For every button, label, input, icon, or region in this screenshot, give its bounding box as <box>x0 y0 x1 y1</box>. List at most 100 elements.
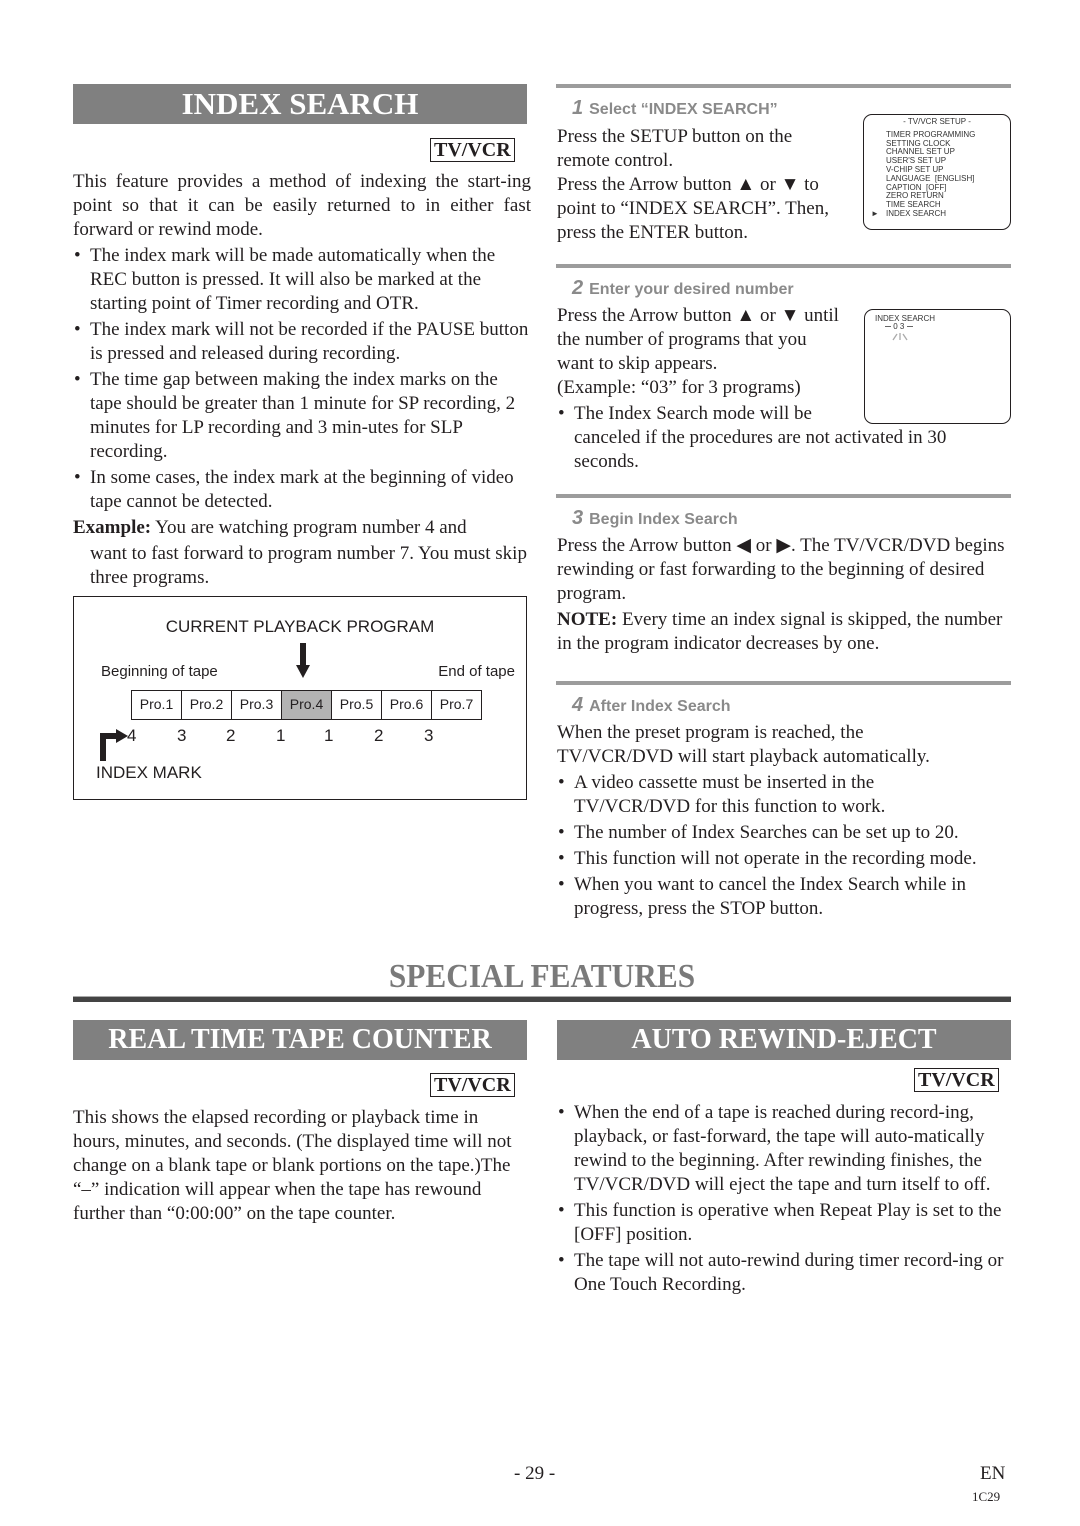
program-cell-current: Pro.4 <box>281 690 332 720</box>
auto-rewind-body: • When the end of a tape is reached durin… <box>557 1101 1009 1299</box>
program-cell: Pro.3 <box>231 690 282 720</box>
list-item: • The index mark will be made automatical… <box>73 244 531 316</box>
example-label: Example: <box>73 517 152 538</box>
program-strip: Pro.1 Pro.2 Pro.3 Pro.4 Pro.5 Pro.6 Pro.7 <box>131 690 482 720</box>
bullet-icon: • <box>558 1102 565 1123</box>
list-item-text: The time gap between making the index ma… <box>90 369 516 462</box>
tv-vcr-badge: TV/VCR <box>430 138 515 162</box>
list-item: • This function is operative when Repeat … <box>557 1199 1009 1247</box>
index-mark-number: 1 <box>324 726 334 745</box>
special-features-rule <box>73 996 1011 1002</box>
step-number: 1 <box>572 97 584 119</box>
current-program-arrow-icon <box>296 643 310 678</box>
bullet-icon: • <box>558 1200 565 1221</box>
step-1-body: Press the SETUP button on the remote con… <box>557 125 857 245</box>
menu-item-label: TIMER PROGRAMMING <box>886 129 976 139</box>
text-line: remote control. <box>557 150 674 171</box>
list-item-text: The tape will not auto-rewind during tim… <box>574 1250 1004 1295</box>
index-mark-label: INDEX MARK <box>96 763 202 782</box>
list-item: • This function will not operate in the r… <box>557 847 1012 871</box>
step-1-heading: 1 Select “INDEX SEARCH” <box>556 97 778 120</box>
special-features-title: SPECIAL FEATURES <box>388 958 696 995</box>
index-mark-number: 3 <box>177 726 187 745</box>
program-cell: Pro.1 <box>131 690 182 720</box>
language-code: EN <box>980 1463 1006 1484</box>
list-item-text: The index mark will not be recorded if t… <box>90 319 529 364</box>
index-mark-number: 2 <box>374 726 384 745</box>
step-4-rule <box>556 681 1011 685</box>
note-text: Every time an index signal is skipped, t… <box>557 609 1003 654</box>
program-cell: Pro.5 <box>331 690 382 720</box>
menu-item-label: ZERO RETURN <box>886 191 944 201</box>
bullet-icon: • <box>74 319 81 340</box>
step-4-body: When the preset program is reached, the … <box>557 721 1012 923</box>
step-number: 4 <box>572 694 584 716</box>
index-mark-number: 1 <box>276 726 286 745</box>
index-search-banner: INDEX SEARCH <box>73 84 527 124</box>
beginning-of-tape-label: Beginning of tape <box>101 663 218 680</box>
bullet-icon: • <box>74 467 81 488</box>
step-title: After Index Search <box>589 698 731 715</box>
list-item-text: The number of Index Searches can be set … <box>574 822 959 843</box>
example-block: Example: You are watching program number… <box>73 516 531 590</box>
list-item: • The time gap between making the index m… <box>73 368 531 464</box>
list-item: • When the end of a tape is reached durin… <box>557 1101 1009 1197</box>
list-item-text: When the end of a tape is reached during… <box>574 1102 991 1195</box>
bullet-icon: • <box>558 874 565 895</box>
program-cell: Pro.2 <box>181 690 232 720</box>
menu-item-selected: ► INDEX SEARCH <box>871 208 1010 219</box>
blinking-icon <box>892 333 908 341</box>
tape-counter-title: REAL TIME TAPE COUNTER <box>108 1024 492 1055</box>
menu-item-label: TIME SEARCH <box>886 200 941 210</box>
badge-label: TV/VCR <box>434 139 511 161</box>
index-mark-diagram: CURRENT PLAYBACK PROGRAM Beginning of ta… <box>73 596 527 800</box>
bullet-icon: • <box>558 772 565 793</box>
setup-menu-list: TIMER PROGRAMMING SETTING CLOCK CHANNEL SE… <box>864 129 1010 219</box>
list-item-text: This function is operative when Repeat P… <box>574 1200 1002 1245</box>
auto-rewind-banner: AUTO REWIND-EJECT <box>557 1020 1011 1060</box>
intro-text: This feature provides a method of indexi… <box>73 171 531 240</box>
note-label: NOTE: <box>557 609 618 630</box>
menu-item-label: SETTING CLOCK <box>886 138 951 148</box>
step-1-rule <box>556 84 1011 88</box>
bullet-icon: • <box>74 369 81 390</box>
bullet-icon: • <box>558 403 565 424</box>
bullet-icon: • <box>558 822 565 843</box>
menu-item-label: V-CHIP SET UP <box>886 164 944 174</box>
program-cell: Pro.7 <box>431 690 482 720</box>
index-mark-number: 4 <box>127 726 137 745</box>
step-4-heading: 4 After Index Search <box>556 694 731 717</box>
setup-menu-screen: - TV/VCR SETUP - TIMER PROGRAMMING SETTIN… <box>863 114 1011 230</box>
page-number: - 29 - <box>514 1463 556 1484</box>
list-item: • When you want to cancel the Index Searc… <box>557 873 1014 921</box>
step-3-rule <box>556 494 1011 498</box>
auto-rewind-title: AUTO REWIND-EJECT <box>631 1024 937 1055</box>
text-line: Press the Arrow button ▲ or ▼ to <box>557 174 819 195</box>
step-number: 3 <box>572 507 584 529</box>
tape-counter-banner: REAL TIME TAPE COUNTER <box>73 1020 527 1060</box>
menu-item-label: LANGUAGE [ENGLISH] <box>886 173 975 183</box>
bullet-icon: • <box>558 1250 565 1271</box>
note-block: NOTE: Every time an index signal is skip… <box>557 608 1009 656</box>
index-search-body: This feature provides a method of indexi… <box>73 170 531 590</box>
list-item-text: The index mark will be made automaticall… <box>90 245 496 314</box>
step-title: Begin Index Search <box>589 511 738 528</box>
step-3-text: Press the Arrow button ◀ or ▶. The TV/VC… <box>557 535 1005 604</box>
badge-label: TV/VCR <box>434 1074 511 1096</box>
index-mark-number: 3 <box>424 726 434 745</box>
step-3-heading: 3 Begin Index Search <box>556 507 738 530</box>
index-notes-list: • The index mark will be made automatical… <box>73 244 531 514</box>
menu-item-label: CAPTION [OFF] <box>886 182 947 192</box>
menu-item-label: USER'S SET UP <box>886 156 947 166</box>
menu-item-label: INDEX SEARCH <box>886 208 947 218</box>
step-title: Enter your desired number <box>589 281 794 298</box>
step-3-body: Press the Arrow button ◀ or ▶. The TV/VC… <box>557 534 1009 656</box>
badge-label: TV/VCR <box>918 1069 995 1091</box>
step-2-rule <box>556 264 1011 268</box>
menu-item-label: CHANNEL SET UP <box>886 147 955 157</box>
end-of-tape-label: End of tape <box>438 663 515 680</box>
step-title: Select “INDEX SEARCH” <box>589 101 778 118</box>
step-2-heading: 2 Enter your desired number <box>556 277 794 300</box>
list-item-text: When you want to cancel the Index Search… <box>574 874 966 919</box>
list-item: • The tape will not auto-rewind during ti… <box>557 1249 1009 1297</box>
